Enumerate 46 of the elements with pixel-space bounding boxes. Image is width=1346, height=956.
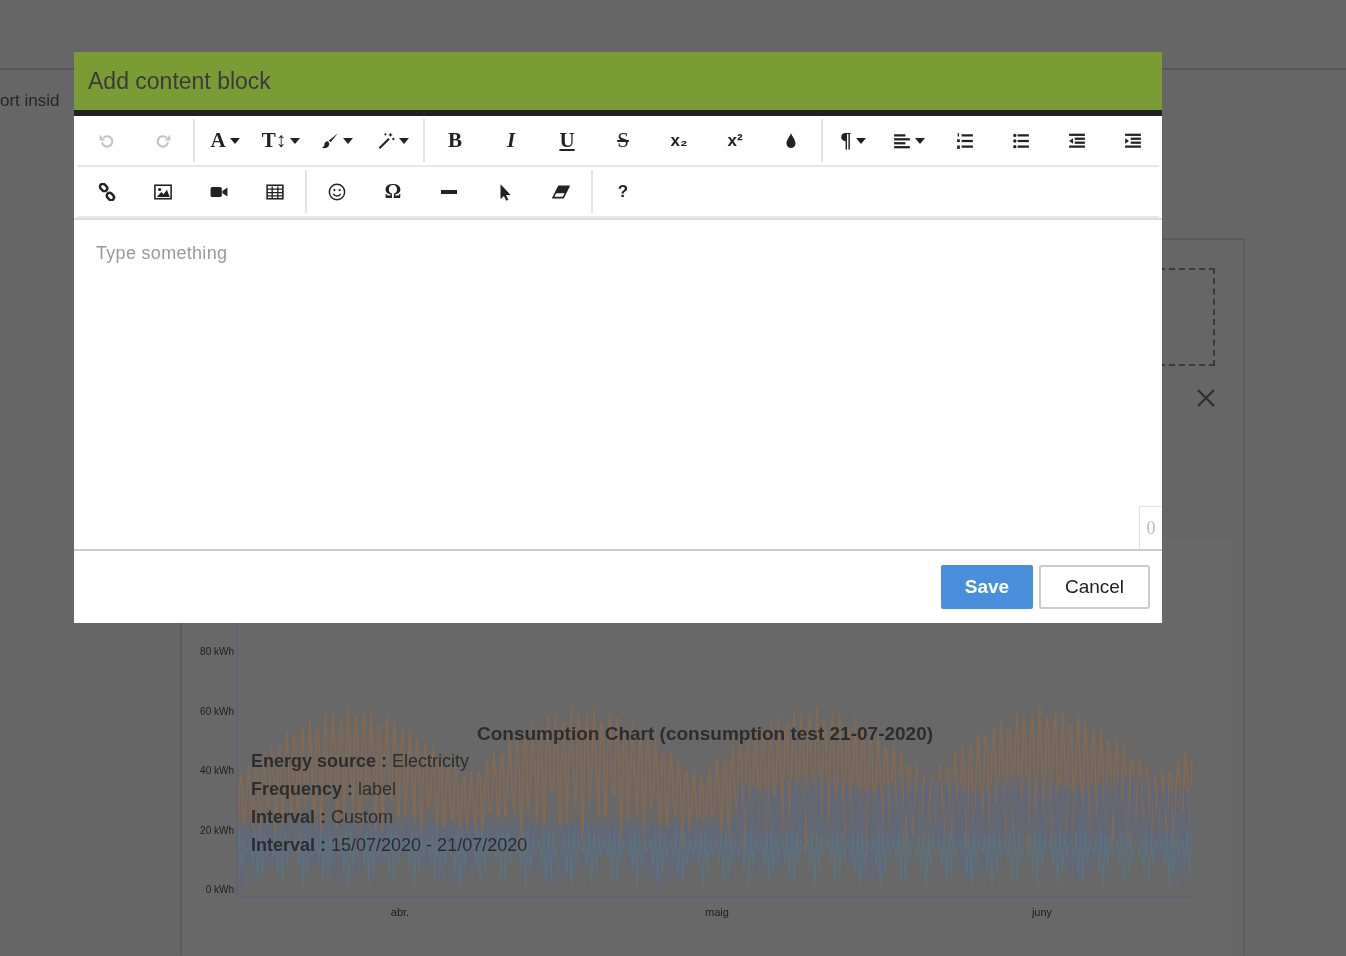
toolbar-button[interactable]: A	[197, 119, 253, 162]
toolbar-button[interactable]: S	[595, 119, 651, 162]
numbered-list-icon	[956, 131, 974, 150]
caret-icon	[915, 137, 925, 144]
toolbar-button[interactable]: U	[539, 119, 595, 162]
link-icon	[98, 182, 116, 201]
chart-info-text: Interval : Custom	[251, 807, 394, 827]
axis-label: 0 kWh	[205, 884, 234, 895]
axis-label: 60 kWh	[200, 705, 234, 717]
toolbar-button[interactable]: x₂	[651, 119, 707, 162]
axis-label: juny	[1031, 906, 1053, 918]
axis-label: maig	[705, 906, 729, 918]
caret-icon	[290, 137, 301, 144]
smiley-icon	[328, 182, 346, 201]
align-left-icon	[893, 131, 911, 150]
toolbar-button[interactable]: ¶	[825, 119, 881, 162]
toolbar-button[interactable]: I	[483, 119, 539, 162]
axis-label: 80 kWh	[200, 646, 234, 657]
axis-label: abr.	[390, 906, 410, 918]
chart-title: Consumption Chart (consumption test 21-07-2020)	[476, 723, 934, 744]
chart-info-text: Energy source : Electricity	[251, 751, 470, 771]
chart-info-text: Interval : 15/07/2020 - 21/07/2020	[251, 835, 528, 855]
caret-icon	[399, 137, 409, 144]
close-icon	[1196, 388, 1216, 408]
bullet-list-icon	[1012, 131, 1030, 150]
dialog-title: Add content block	[88, 66, 271, 96]
toolbar-button[interactable]: B	[427, 119, 483, 162]
toolbar-button[interactable]: Ω	[365, 170, 421, 213]
toolbar-button[interactable]: T↕	[253, 119, 309, 162]
outdent-icon	[1068, 131, 1086, 150]
axis-label: 20 kWh	[200, 824, 234, 836]
magic-wand-icon	[377, 131, 395, 150]
toolbar-button[interactable]: x²	[707, 119, 763, 162]
caret-icon	[229, 137, 240, 144]
table-icon	[266, 182, 284, 201]
cancel-button[interactable]: Cancel	[1039, 565, 1150, 609]
toolbar-button[interactable]: ?	[595, 170, 651, 213]
chart-info-text: Frequency : label	[251, 779, 397, 799]
character-counter: 0	[1139, 506, 1162, 549]
brush-icon	[321, 131, 339, 150]
caret-icon	[343, 137, 353, 144]
image-icon	[154, 182, 172, 201]
caret-icon	[855, 137, 866, 144]
page-text: ort insid	[0, 91, 60, 110]
indent-icon	[1124, 131, 1142, 150]
axis-label: 40 kWh	[200, 765, 234, 776]
